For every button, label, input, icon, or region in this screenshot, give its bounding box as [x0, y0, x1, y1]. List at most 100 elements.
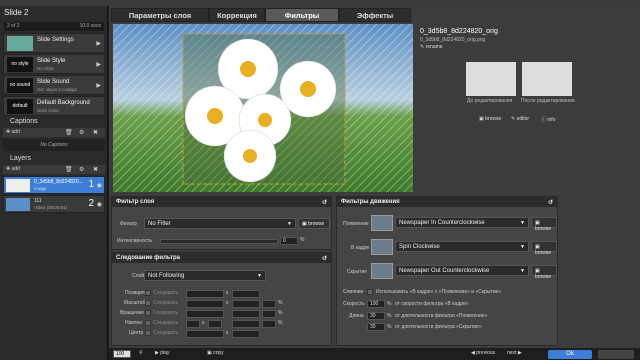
appear-browse-button[interactable]: ▣ browse	[531, 217, 557, 232]
tab-filters[interactable]: Фильтры	[265, 8, 339, 22]
reset-icon[interactable]: ↺	[548, 199, 553, 206]
trash-icon[interactable]: 🗑	[65, 129, 73, 136]
position-y[interactable]	[232, 290, 260, 298]
inframe-dropdown[interactable]: Spin Clockwise ▼	[395, 241, 529, 252]
captions-add-button[interactable]: add	[12, 129, 20, 135]
scale-percent[interactable]	[262, 300, 276, 308]
motion-filters-panel: Фильтры движения ↺ Появление Newspaper In…	[336, 196, 558, 346]
tilt-x[interactable]	[186, 320, 200, 328]
times-sign: x	[226, 330, 229, 336]
reset-icon[interactable]: ↺	[322, 199, 327, 206]
slide-preview[interactable]	[113, 24, 413, 192]
intensity-slider[interactable]	[160, 239, 278, 244]
speed-input[interactable]: 100	[367, 300, 385, 308]
eye-icon[interactable]: ◉	[97, 201, 102, 208]
row-label: Масштаб	[124, 300, 146, 306]
tab-correction[interactable]: Коррекция	[209, 8, 265, 22]
after-label: После редактирования	[521, 98, 575, 104]
info-label: info	[547, 117, 556, 123]
browse-button[interactable]: ▣ browse	[479, 116, 501, 122]
follow-layer-dropdown[interactable]: Not Following ▼	[144, 270, 266, 281]
checkbox[interactable]	[145, 330, 151, 336]
captions-heading: Captions	[10, 118, 38, 125]
slide-settings-button[interactable]: Slide Settings ▶	[3, 33, 105, 53]
browse-label: browse	[535, 274, 552, 280]
tab-layer-params[interactable]: Параметры слоя	[111, 8, 209, 22]
browse-label: browse	[535, 250, 552, 256]
scale-y[interactable]	[232, 300, 260, 308]
zoom-input[interactable]: 100	[113, 350, 131, 358]
ok-button[interactable]: Ok	[548, 350, 592, 359]
filter-browse-button[interactable]: ▣ browse	[298, 218, 330, 229]
settings-icon[interactable]: ⚙	[79, 129, 84, 136]
search-icon[interactable]: ⚲	[139, 350, 143, 356]
slide-style-button[interactable]: no style Slide Style No Style ▶	[3, 54, 105, 74]
layers-heading: Layers	[10, 155, 32, 162]
tab-effects[interactable]: Эффекты	[339, 8, 411, 22]
row-label: Позиция	[125, 290, 145, 296]
slide-duration[interactable]: 10.0 secs	[80, 23, 101, 29]
rotation-input[interactable]	[186, 310, 224, 318]
tools-icon[interactable]: ✖	[93, 166, 98, 173]
layers-add-button[interactable]: add	[12, 166, 20, 172]
plus-icon[interactable]: ✚	[6, 166, 10, 172]
length-out-input[interactable]: 30	[367, 323, 385, 331]
tools-icon[interactable]: ✖	[93, 129, 98, 136]
layer-item-2[interactable]: 111 Video (00:00:01) 2 ◉	[3, 195, 105, 213]
intensity-input[interactable]: 0	[280, 237, 298, 245]
times-sign: x	[202, 320, 205, 326]
layer-item-1[interactable]: 0_3d5b8_8d224820... Image 1 ◉	[3, 176, 105, 194]
rotation-input-2[interactable]	[232, 310, 260, 318]
tilt-input[interactable]	[232, 320, 260, 328]
plus-icon[interactable]: ✚	[6, 129, 10, 135]
cancel-button[interactable]	[598, 350, 634, 359]
eye-icon[interactable]: ◉	[97, 182, 102, 189]
slide-sound-button[interactable]: no sound Slide Sound Нет звука в слайде …	[3, 75, 105, 95]
motion-filters-header: Фильтры движения ↺	[337, 197, 557, 207]
scale-x[interactable]	[186, 300, 224, 308]
row-label: Центр	[129, 330, 144, 336]
previous-button[interactable]: ◀ previous	[471, 350, 495, 356]
merge-checkbox[interactable]	[367, 289, 373, 295]
checkbox[interactable]	[145, 320, 151, 326]
default-background-button[interactable]: default Default Background Solid Color	[3, 96, 105, 116]
editor-button[interactable]: ✎ editor	[511, 116, 529, 122]
checkbox[interactable]	[145, 290, 151, 296]
previous-label: previous	[476, 350, 496, 356]
trash-icon[interactable]: 🗑	[65, 166, 73, 173]
length-in-input[interactable]: 30	[367, 312, 385, 320]
center-x[interactable]	[186, 330, 224, 338]
tilt-percent[interactable]	[262, 320, 276, 328]
inframe-value: Spin Clockwise	[399, 244, 440, 250]
checkbox[interactable]	[145, 300, 151, 306]
rename-link[interactable]: ✎ rename	[420, 44, 443, 50]
before-label: До редактирования	[467, 98, 513, 104]
settings-icon[interactable]: ⚙	[79, 166, 84, 173]
next-button[interactable]: next ▶	[507, 350, 522, 356]
slide-counter: 2 of 2 10.0 secs	[4, 22, 104, 31]
file-info-panel: 0_3d5b8_8d224820_orig 0_3d5b8_8d224820_o…	[417, 24, 640, 192]
play-button[interactable]: ▶ play	[155, 350, 169, 356]
reset-icon[interactable]: ↺	[322, 255, 327, 262]
center-y[interactable]	[232, 330, 260, 338]
panel-title: Фильтр слоя	[116, 199, 155, 205]
filter-dropdown[interactable]: No Filter ▼	[144, 218, 296, 229]
checkbox[interactable]	[145, 310, 151, 316]
tilt-y[interactable]	[208, 320, 222, 328]
style-thumb: no style	[7, 57, 33, 72]
speed-label: Скорость	[343, 301, 365, 307]
copy-button[interactable]: ▣ copy	[207, 350, 224, 356]
rotation-percent[interactable]	[262, 310, 276, 318]
hide-browse-button[interactable]: ▣ browse	[531, 265, 557, 280]
hide-value: Newspaper Out Counterclockwise	[399, 268, 490, 274]
merge-label: Слияние	[343, 289, 364, 295]
position-x[interactable]	[186, 290, 224, 298]
percent-sign: %	[278, 310, 283, 316]
info-button[interactable]: ⓘ info	[541, 116, 555, 123]
appear-dropdown[interactable]: Newspaper In Counterclockwise ▼	[395, 217, 529, 228]
hide-dropdown[interactable]: Newspaper Out Counterclockwise ▼	[395, 265, 529, 276]
row-mode: Следовать	[153, 300, 179, 306]
inframe-browse-button[interactable]: ▣ browse	[531, 241, 557, 256]
caret-down-icon: ▼	[257, 273, 262, 279]
slide-title: Slide 2	[4, 8, 29, 17]
